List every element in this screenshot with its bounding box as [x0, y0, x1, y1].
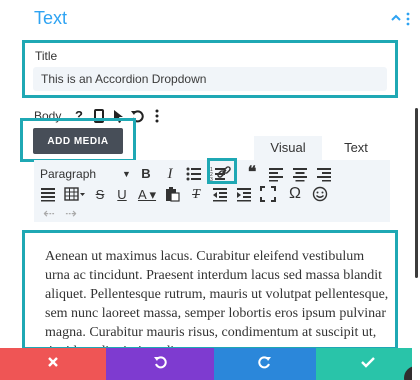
dropdown-arrow-icon: ▼ [122, 169, 131, 179]
blockquote-icon[interactable]: ❝ [244, 164, 260, 182]
tab-text[interactable]: Text [322, 136, 390, 160]
fullscreen-icon[interactable] [260, 186, 276, 202]
clear-format-icon[interactable]: T [188, 186, 204, 204]
link-highlight [207, 158, 237, 184]
emoji-icon[interactable] [312, 186, 328, 202]
body-content-text[interactable]: Aenean ut maximus lacus. Curabitur eleif… [45, 247, 390, 347]
align-left-icon[interactable] [268, 166, 284, 182]
body-content-editor[interactable]: Aenean ut maximus lacus. Curabitur eleif… [22, 230, 398, 350]
bottom-action-bar [0, 348, 420, 380]
more-options-icon[interactable] [405, 12, 411, 26]
tab-visual[interactable]: Visual [254, 136, 322, 160]
redo-button[interactable] [214, 348, 316, 380]
title-label: Title [35, 49, 58, 63]
table-icon[interactable] [64, 186, 86, 202]
undo-edit-icon[interactable]: ⇠ [42, 204, 56, 222]
scrollbar-thumb[interactable] [415, 108, 418, 278]
redo-icon [258, 355, 271, 368]
bullet-list-icon[interactable] [186, 166, 202, 182]
paragraph-label: Paragraph [40, 167, 97, 181]
close-icon [48, 357, 58, 367]
justify-icon[interactable] [40, 186, 56, 202]
chevron-up-icon[interactable] [390, 12, 402, 24]
outdent-icon[interactable] [212, 186, 228, 202]
checkmark-icon [361, 357, 375, 368]
undo-button[interactable] [106, 348, 214, 380]
redo-edit-icon[interactable]: ⇢ [64, 204, 78, 222]
underline-icon[interactable]: U [114, 186, 130, 204]
paste-icon[interactable] [164, 186, 180, 202]
italic-icon[interactable]: I [162, 165, 178, 183]
more-icon[interactable] [150, 108, 164, 124]
indent-icon[interactable] [236, 186, 252, 202]
text-color-icon[interactable]: A ▾ [136, 186, 158, 204]
special-char-icon[interactable]: Ω [286, 185, 304, 203]
add-media-button[interactable]: ADD MEDIA [33, 128, 123, 154]
title-input[interactable] [33, 67, 387, 91]
paragraph-format-select[interactable]: Paragraph ▼ [40, 165, 131, 183]
section-title: Text [34, 8, 68, 28]
align-center-icon[interactable] [292, 166, 308, 182]
undo-icon [154, 355, 167, 368]
cancel-button[interactable] [0, 348, 106, 380]
align-right-icon[interactable] [316, 166, 332, 182]
title-field-group: Title [22, 40, 398, 98]
section-header: Text [0, 0, 420, 40]
bold-icon[interactable]: B [138, 165, 154, 183]
strikethrough-icon[interactable]: S [92, 186, 108, 204]
